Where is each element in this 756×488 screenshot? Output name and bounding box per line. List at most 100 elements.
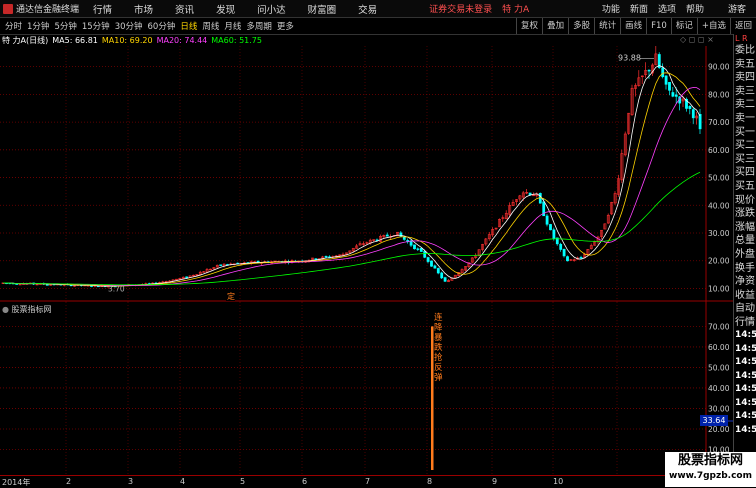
y-tick-label: 70.00	[708, 118, 730, 127]
tick-time: 14:50	[735, 343, 756, 354]
candle-body	[426, 257, 430, 262]
period-more[interactable]: 更多	[277, 20, 294, 32]
menu-help[interactable]: 帮助	[686, 2, 704, 15]
y-tick-label: 10.00	[708, 284, 730, 293]
indicator-chart[interactable]: 70.0060.0050.0040.0030.0020.0010.00连降暴跌抢…	[0, 302, 733, 475]
menu-wealth[interactable]: 财富圈	[308, 2, 337, 16]
menu-options[interactable]: 选项	[658, 2, 676, 15]
candle-body	[579, 257, 583, 259]
sub-y-tick-label: 30.00	[708, 404, 730, 413]
period-toolbar: 分时 1分钟 5分钟 15分钟 30分钟 60分钟 日线 周线 月线 多周期 更…	[0, 18, 756, 35]
sub-y-tick-label: 60.00	[708, 343, 730, 352]
trade-login-notice[interactable]: 证券交易未登录	[429, 2, 492, 15]
stock-name-label: 特 力A(日线)	[2, 36, 49, 45]
candlestick-chart[interactable]: 90.00 80.00 70.00 60.00 50.00 40.00 30.00 20.00…	[0, 46, 733, 302]
ma5-label: MA5: 66.81	[52, 36, 98, 45]
period-15min[interactable]: 15分钟	[82, 20, 110, 32]
indicator-bullet-icon: ●	[2, 305, 12, 314]
panel-header[interactable]: L R	[734, 34, 756, 44]
y-tick-label: 30.00	[708, 229, 730, 238]
price-low-annotation: 3.70	[108, 285, 125, 294]
y-tick-label: 20.00	[708, 257, 730, 266]
quote-field-label: 买一	[735, 126, 755, 138]
ma5-line	[2, 65, 701, 287]
period-1min[interactable]: 1分钟	[27, 20, 49, 32]
y-tick-label: 90.00	[708, 63, 730, 72]
sub-y-tick-label: 50.00	[708, 363, 730, 372]
tool-add-watchlist[interactable]: +自选	[696, 18, 730, 34]
candle-body	[559, 243, 563, 250]
tick-time: 14:50	[735, 357, 756, 368]
window-stock-title: 特 力A	[502, 5, 530, 15]
time-axis-label: 7	[365, 477, 371, 486]
menu-market-quotes[interactable]: 行情	[93, 2, 112, 16]
period-60min[interactable]: 60分钟	[148, 20, 176, 32]
quote-field-label: 自动	[735, 303, 755, 315]
right-menus: 功能 新面 选项 帮助 游客	[602, 0, 756, 17]
menu-trade[interactable]: 交易	[358, 2, 377, 16]
tool-statistics[interactable]: 统计	[594, 18, 620, 34]
panel-control-icons[interactable]: ◇ ◻ ◻ ×	[680, 35, 714, 44]
candle-body	[566, 256, 569, 262]
period-monthly[interactable]: 月线	[224, 20, 241, 32]
ma20-label: MA20: 74.44	[156, 36, 208, 45]
candle-body	[538, 193, 542, 204]
tick-time: 14:50	[735, 397, 756, 408]
menu-ask[interactable]: 问小达	[257, 2, 286, 16]
candle-body	[443, 277, 447, 282]
sub-y-tick-label: 40.00	[708, 384, 730, 393]
menu-new-page[interactable]: 新面	[630, 2, 648, 15]
candle-body	[664, 75, 668, 85]
tool-mark[interactable]: 标记	[670, 18, 697, 34]
time-axis-label: 3	[128, 477, 134, 486]
candle-body	[185, 276, 189, 279]
guest-account[interactable]: 游客	[728, 2, 746, 15]
signal-label-char: 暴	[434, 333, 443, 343]
menu-function[interactable]: 功能	[602, 2, 620, 15]
period-intraday[interactable]: 分时	[5, 20, 22, 32]
time-axis: 2014年 2 3 4 5 6 7 8 9 10	[0, 475, 733, 488]
candle-body	[674, 94, 678, 97]
period-30min[interactable]: 30分钟	[115, 20, 143, 32]
ma10-line	[2, 72, 701, 287]
candle-body	[416, 248, 420, 250]
candle-body	[549, 224, 552, 231]
watermark-title: 股票指标网	[677, 453, 743, 468]
candle-body	[688, 106, 692, 109]
tool-overlay[interactable]: 叠加	[542, 18, 568, 34]
period-weekly[interactable]: 周线	[202, 20, 219, 32]
tool-f10[interactable]: F10	[646, 18, 671, 34]
ma60-label: MA60: 51.75	[211, 36, 262, 45]
price-high-annotation: 93.88	[618, 53, 641, 62]
candle-body	[691, 109, 695, 119]
time-axis-label: 2	[66, 477, 72, 486]
period-multi[interactable]: 多周期	[246, 20, 272, 32]
chart-tools: 复权 叠加 多股 统计 画线 F10 标记 +自选 返回	[516, 18, 756, 34]
quote-field-label: 买三	[735, 153, 755, 165]
sub-y-tick-label: 20.00	[708, 425, 730, 434]
tool-draw[interactable]: 画线	[620, 18, 646, 34]
tool-back[interactable]: 返回	[729, 18, 756, 34]
tool-multi-stock[interactable]: 多股	[568, 18, 594, 34]
quote-field-label: 卖五	[735, 58, 755, 70]
candle-body	[314, 258, 318, 260]
sub-y-tick-label: 70.00	[708, 322, 730, 331]
indicator-name: 股票指标网	[11, 305, 52, 314]
menu-news[interactable]: 资讯	[175, 2, 194, 16]
indicator-title: ● 股票指标网	[2, 304, 52, 315]
signal-label-char: 连	[434, 312, 443, 323]
tick-time: 14:50	[735, 424, 756, 435]
tick-time: 14:50	[735, 384, 756, 395]
quote-field-label: 外盘	[735, 248, 755, 260]
candle-body	[661, 67, 665, 78]
quote-field-label: 总量	[735, 235, 755, 247]
quote-field-label: 净资	[735, 276, 755, 288]
app-logo-icon	[3, 3, 13, 14]
tool-adjust[interactable]: 复权	[516, 18, 542, 34]
period-5min[interactable]: 5分钟	[54, 20, 76, 32]
menu-market[interactable]: 市场	[134, 2, 153, 16]
time-axis-label: 10	[553, 477, 564, 486]
candle-body	[219, 264, 223, 266]
period-daily[interactable]: 日线	[180, 20, 197, 32]
menu-discover[interactable]: 发现	[216, 2, 235, 16]
